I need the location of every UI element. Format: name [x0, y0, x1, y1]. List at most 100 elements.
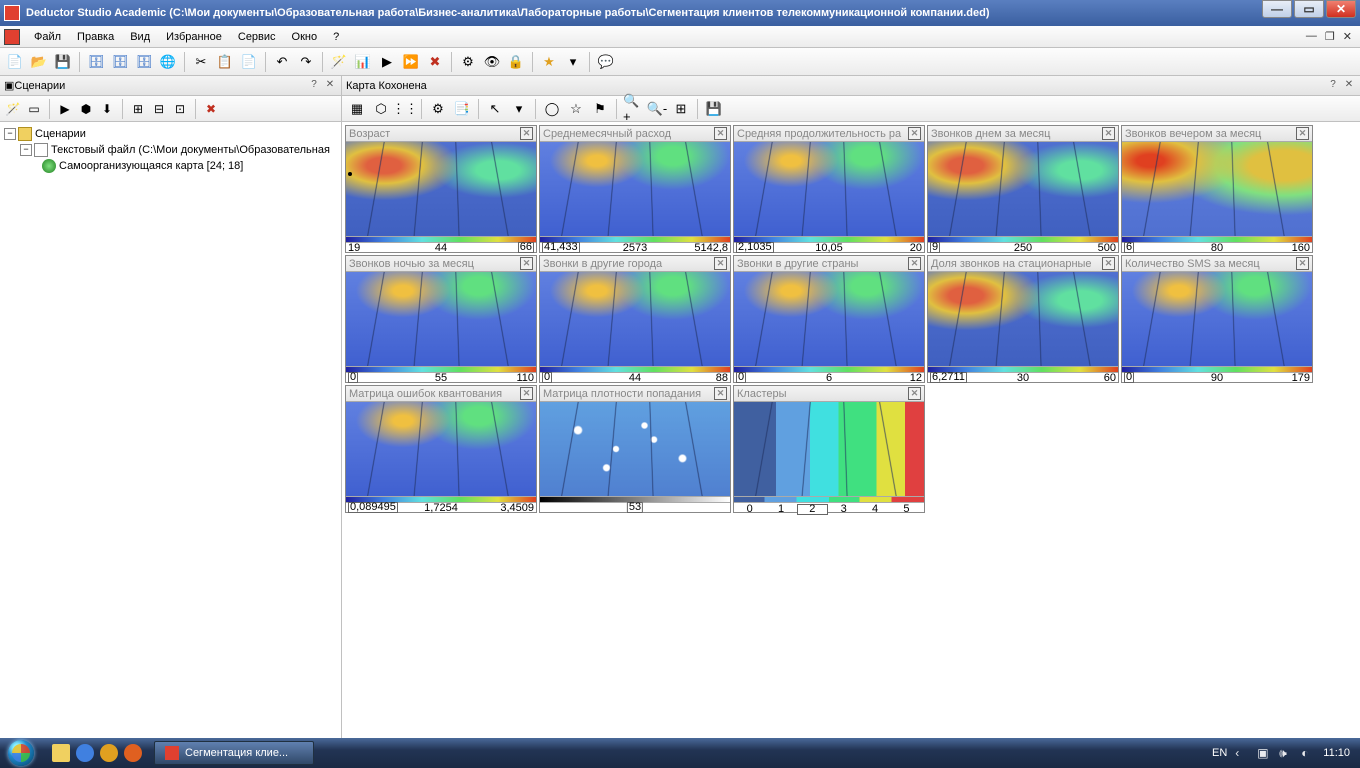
map-close-icon[interactable]: ✕: [520, 127, 533, 140]
mt-star-icon[interactable]: ☆: [565, 98, 587, 120]
run2-icon[interactable]: ⏩: [400, 51, 422, 73]
map-heatmap[interactable]: [540, 402, 730, 496]
menu-file[interactable]: Файл: [26, 29, 69, 45]
wizard-icon[interactable]: 🪄: [328, 51, 350, 73]
map-close-icon[interactable]: ✕: [520, 387, 533, 400]
map-heatmap[interactable]: [1122, 142, 1312, 236]
mt-zoomin-icon[interactable]: 🔍+: [622, 98, 644, 120]
tray-clock[interactable]: 11:10: [1323, 747, 1350, 759]
map-close-icon[interactable]: ✕: [908, 257, 921, 270]
run-icon[interactable]: ▶: [376, 51, 398, 73]
fav-dropdown-icon[interactable]: ▾: [562, 51, 584, 73]
mt-dropdown-icon[interactable]: ▾: [508, 98, 530, 120]
map-cell[interactable]: Возраст ✕ 194466: [345, 125, 537, 253]
map-heatmap[interactable]: [346, 402, 536, 496]
eye-icon[interactable]: 👁: [481, 51, 503, 73]
tray-volume-icon[interactable]: 🕪: [1279, 746, 1293, 760]
mt-settings-icon[interactable]: ⚙: [427, 98, 449, 120]
ql-explorer-icon[interactable]: [52, 744, 70, 762]
menu-favorites[interactable]: Избранное: [158, 29, 230, 45]
st-tree3-icon[interactable]: ⊡: [171, 100, 189, 118]
st-wizard-icon[interactable]: 🪄: [4, 100, 22, 118]
map-cell[interactable]: Звонков вечером за месяц ✕ 680160: [1121, 125, 1313, 253]
ql-firefox-icon[interactable]: [124, 744, 142, 762]
map-cell[interactable]: Звонки в другие страны ✕ 0612: [733, 255, 925, 383]
map-heatmap[interactable]: [540, 272, 730, 366]
st-delete-icon[interactable]: ✖: [202, 100, 220, 118]
map-heatmap[interactable]: [540, 142, 730, 236]
tree-som-node[interactable]: Самоорганизующаяся карта [24; 18]: [42, 158, 337, 174]
menu-service[interactable]: Сервис: [230, 29, 284, 45]
maximize-button[interactable]: ▭: [1294, 0, 1324, 18]
tree-root[interactable]: − Сценарии: [4, 126, 337, 142]
mdi-restore-icon[interactable]: ❐: [1321, 30, 1339, 43]
map-cell[interactable]: Звонков днем за месяц ✕ 9250500: [927, 125, 1119, 253]
undo-icon[interactable]: ↶: [271, 51, 293, 73]
map-heatmap[interactable]: [346, 272, 536, 366]
kohonen-close-icon[interactable]: ✕: [1342, 79, 1356, 93]
tree-file-node[interactable]: − Текстовый файл (С:\Мои документы\Образ…: [20, 142, 337, 158]
favorite-icon[interactable]: ★: [538, 51, 560, 73]
map-close-icon[interactable]: ✕: [1296, 257, 1309, 270]
new-icon[interactable]: 📄: [4, 51, 26, 73]
tray-arrow-icon[interactable]: ‹: [1235, 746, 1249, 760]
db3-icon[interactable]: 🗄: [133, 51, 155, 73]
menu-help[interactable]: ?: [325, 29, 347, 45]
map-close-icon[interactable]: ✕: [714, 387, 727, 400]
map-cell[interactable]: Кластеры ✕ 012345: [733, 385, 925, 513]
mdi-close-icon[interactable]: ✕: [1339, 30, 1356, 43]
tray-network-icon[interactable]: ▣: [1257, 746, 1271, 760]
map-heatmap[interactable]: [928, 142, 1118, 236]
map-close-icon[interactable]: ✕: [714, 257, 727, 270]
ql-app1-icon[interactable]: [100, 744, 118, 762]
map-cell[interactable]: Матрица плотности попадания ✕ 53: [539, 385, 731, 513]
menu-view[interactable]: Вид: [122, 29, 158, 45]
st-cube-icon[interactable]: ⬢: [77, 100, 95, 118]
props-icon[interactable]: ⚙: [457, 51, 479, 73]
tray-shield-icon[interactable]: ◐: [1301, 746, 1315, 760]
kohonen-help-icon[interactable]: ?: [1326, 79, 1340, 93]
st-tree1-icon[interactable]: ⊞: [129, 100, 147, 118]
cut-icon[interactable]: ✂: [190, 51, 212, 73]
mt-flag-icon[interactable]: ⚑: [589, 98, 611, 120]
st-tree2-icon[interactable]: ⊟: [150, 100, 168, 118]
taskbar-app-button[interactable]: Сегментация клие...: [154, 741, 314, 765]
map-cell[interactable]: Средняя продолжительность ра ✕ 2,103510,…: [733, 125, 925, 253]
map-close-icon[interactable]: ✕: [520, 257, 533, 270]
map-cell[interactable]: Звонки в другие города ✕ 04488: [539, 255, 731, 383]
mdi-minimize-icon[interactable]: —: [1302, 30, 1321, 43]
mt-lasso-icon[interactable]: ◯: [541, 98, 563, 120]
save-icon[interactable]: 💾: [52, 51, 74, 73]
map-heatmap[interactable]: [346, 142, 536, 236]
db2-icon[interactable]: 🗄: [109, 51, 131, 73]
menu-window[interactable]: Окно: [284, 29, 326, 45]
map-cell[interactable]: Доля звонков на стационарные ✕ 6,2711306…: [927, 255, 1119, 383]
map-heatmap[interactable]: [734, 142, 924, 236]
map-close-icon[interactable]: ✕: [714, 127, 727, 140]
mt-zoomout-icon[interactable]: 🔍-: [646, 98, 668, 120]
chart-icon[interactable]: 📊: [352, 51, 374, 73]
st-view-icon[interactable]: ▭: [25, 100, 43, 118]
map-close-icon[interactable]: ✕: [1296, 127, 1309, 140]
copy-icon[interactable]: 📋: [214, 51, 236, 73]
redo-icon[interactable]: ↷: [295, 51, 317, 73]
tray-lang[interactable]: EN: [1212, 747, 1227, 759]
map-close-icon[interactable]: ✕: [908, 127, 921, 140]
mt-hex-icon[interactable]: ⬡: [370, 98, 392, 120]
map-cell[interactable]: Количество SMS за месяц ✕ 090179: [1121, 255, 1313, 383]
start-button[interactable]: [0, 738, 42, 768]
mt-export-icon[interactable]: 💾: [703, 98, 725, 120]
st-run-icon[interactable]: ▶: [56, 100, 74, 118]
map-cell[interactable]: Среднемесячный расход ✕ 41,43325735142,8: [539, 125, 731, 253]
menu-edit[interactable]: Правка: [69, 29, 122, 45]
delete-icon[interactable]: ✖: [424, 51, 446, 73]
collapse-icon[interactable]: −: [4, 128, 16, 140]
map-heatmap[interactable]: [734, 402, 924, 496]
mt-fit-icon[interactable]: ⊞: [670, 98, 692, 120]
collapse-icon[interactable]: −: [20, 144, 32, 156]
paste-icon[interactable]: 📄: [238, 51, 260, 73]
about-icon[interactable]: 💬: [595, 51, 617, 73]
scenario-tree[interactable]: − Сценарии − Текстовый файл (С:\Мои доку…: [0, 122, 341, 738]
minimize-button[interactable]: —: [1262, 0, 1292, 18]
map-close-icon[interactable]: ✕: [908, 387, 921, 400]
